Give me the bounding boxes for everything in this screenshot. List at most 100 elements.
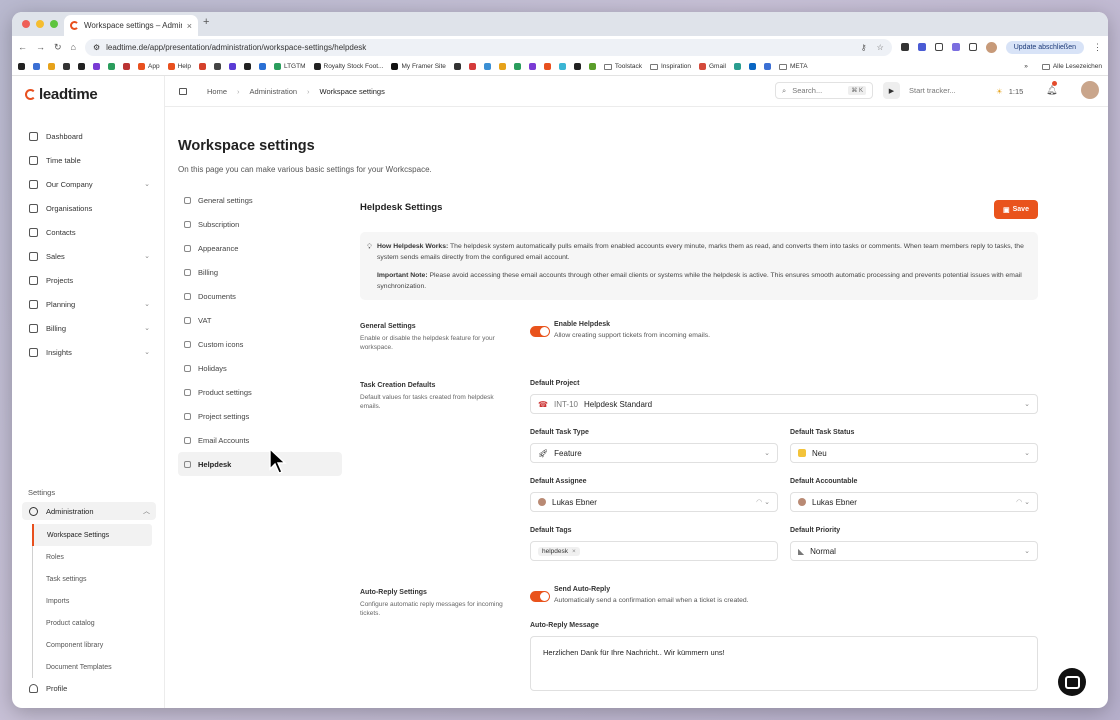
default-task-type-select[interactable]: 🚀︎ Feature ⌄ (530, 443, 778, 463)
sidebar-item-planning[interactable]: Planning ⌄ (22, 292, 156, 316)
sidebar-item-projects[interactable]: Projects (22, 268, 156, 292)
chat-widget-button[interactable] (1058, 668, 1086, 696)
default-priority-select[interactable]: ◣ Normal ⌄ (790, 541, 1038, 561)
auto-reply-message-textarea[interactable]: Herzlichen Dank für Ihre Nachricht.. Wir… (530, 636, 1038, 691)
new-tab-button[interactable]: + (203, 16, 209, 28)
enable-helpdesk-toggle[interactable] (530, 326, 550, 337)
extension-blue-icon[interactable] (917, 43, 926, 51)
bookmark-icon[interactable] (468, 63, 476, 70)
url-field[interactable]: ⚙ leadtime.de/app/presentation/administr… (84, 38, 892, 56)
bookmark-folder-toolstack[interactable]: Toolstack (603, 63, 642, 70)
toggle-sidebar-icon[interactable] (179, 87, 187, 95)
sidebar-item-contacts[interactable]: Contacts (22, 220, 156, 244)
minimize-window-button[interactable] (36, 20, 44, 28)
settings-nav-custom-icons[interactable]: Custom icons (178, 332, 342, 356)
extension-pen-icon[interactable] (900, 43, 909, 51)
default-project-select[interactable]: ☎︎ INT-10 Helpdesk Standard ⌄ (530, 394, 1038, 414)
subnav-item-workspace-settings[interactable]: Workspace Settings (32, 524, 152, 546)
back-icon[interactable]: ← (18, 42, 27, 52)
bookmark-app[interactable]: App (138, 63, 160, 70)
search-input[interactable]: ⌕ Search... ⌘ K (775, 82, 873, 99)
settings-nav-holidays[interactable]: Holidays (178, 356, 342, 380)
extensions-puzzle-icon[interactable] (968, 43, 977, 51)
sidebar-item-our-company[interactable]: Our Company ⌄ (22, 172, 156, 196)
bookmark-icon[interactable] (213, 63, 221, 70)
user-avatar[interactable] (1081, 81, 1099, 99)
bookmark-icon[interactable] (243, 63, 251, 70)
timer-display[interactable]: ☀ 1:15 (996, 87, 1023, 96)
update-button[interactable]: Update abschließen (1005, 40, 1084, 54)
reload-icon[interactable]: ↻ (54, 42, 62, 53)
bookmark-icon[interactable] (498, 63, 506, 70)
bookmark-gmail[interactable]: Gmail (699, 63, 726, 70)
all-bookmarks-folder[interactable]: Alle Lesezeichen (1041, 63, 1102, 70)
default-accountable-select[interactable]: Lukas Ebner ◠ ⌄ (790, 492, 1038, 512)
leadtime-logo[interactable]: leadtime (25, 86, 98, 103)
bookmark-icon[interactable] (763, 63, 771, 70)
default-task-status-select[interactable]: Neu ⌄ (790, 443, 1038, 463)
play-icon[interactable]: ▶ (883, 82, 900, 99)
bookmark-icon[interactable] (93, 63, 100, 70)
subnav-item-imports[interactable]: Imports (33, 590, 152, 612)
sidebar-item-sales[interactable]: Sales ⌄ (22, 244, 156, 268)
bookmark-ltgtm[interactable]: LTGTM (273, 63, 306, 70)
bookmark-folder-meta[interactable]: META (778, 63, 808, 70)
send-auto-reply-toggle[interactable] (530, 591, 550, 602)
bookmark-royalty[interactable]: Royalty Stock Foot... (313, 63, 383, 70)
subnav-item-document-templates[interactable]: Document Templates (33, 656, 152, 678)
close-tab-icon[interactable]: × (187, 21, 192, 31)
bookmark-folder-inspiration[interactable]: Inspiration (650, 63, 691, 70)
bookmark-icon[interactable] (733, 63, 741, 70)
bookmark-icon[interactable] (63, 63, 70, 70)
forward-icon[interactable]: → (36, 42, 45, 52)
menu-dots-icon[interactable]: ⋮ (1093, 42, 1102, 53)
bookmark-icon[interactable] (558, 63, 566, 70)
bookmark-icon[interactable] (48, 63, 55, 70)
maximize-window-button[interactable] (50, 20, 58, 28)
sidebar-item-insights[interactable]: Insights ⌄ (22, 340, 156, 364)
extension-capture-icon[interactable] (934, 43, 943, 51)
bookmark-framer[interactable]: My Framer Site (391, 63, 446, 70)
bookmark-icon[interactable] (78, 63, 85, 70)
sidebar-item-organisations[interactable]: Organisations (22, 196, 156, 220)
breadcrumb-home[interactable]: Home (207, 87, 227, 96)
settings-nav-documents[interactable]: Documents (178, 284, 342, 308)
sidebar-item-administration[interactable]: Administration ︿ (22, 502, 156, 520)
sidebar-item-dashboard[interactable]: Dashboard (22, 124, 156, 148)
bookmark-icon[interactable] (18, 63, 25, 70)
bookmark-icon[interactable] (588, 63, 596, 70)
settings-nav-email-accounts[interactable]: Email Accounts (178, 428, 342, 452)
settings-nav-project-settings[interactable]: Project settings (178, 404, 342, 428)
bookmark-icon[interactable] (123, 63, 130, 70)
bookmark-icon[interactable] (483, 63, 491, 70)
linkedin-icon[interactable] (748, 63, 756, 70)
save-button[interactable]: ▣ Save (994, 200, 1038, 219)
more-bookmarks-icon[interactable]: » (1024, 63, 1028, 70)
bookmark-star-icon[interactable]: ☆ (877, 43, 884, 52)
bookmark-icon[interactable] (198, 63, 206, 70)
settings-nav-subscription[interactable]: Subscription (178, 212, 342, 236)
bookmark-help[interactable]: Help (167, 63, 191, 70)
subnav-item-task-settings[interactable]: Task settings (33, 568, 152, 590)
bookmark-icon[interactable] (228, 63, 236, 70)
default-assignee-select[interactable]: Lukas Ebner ◠ ⌄ (530, 492, 778, 512)
bookmark-icon[interactable] (543, 63, 551, 70)
settings-nav-billing[interactable]: Billing (178, 260, 342, 284)
bookmark-icon[interactable] (453, 63, 461, 70)
sidebar-item-billing[interactable]: Billing ⌄ (22, 316, 156, 340)
password-key-icon[interactable]: ⚷ (861, 43, 867, 52)
settings-nav-appearance[interactable]: Appearance (178, 236, 342, 260)
subnav-item-roles[interactable]: Roles (33, 546, 152, 568)
site-info-icon[interactable]: ⚙ (93, 43, 100, 52)
home-icon[interactable]: ⌂ (71, 42, 76, 52)
remove-tag-icon[interactable]: × (572, 548, 576, 555)
notifications-button[interactable]: 🔔︎ (1046, 81, 1057, 96)
subnav-item-component-library[interactable]: Component library (33, 634, 152, 656)
profile-avatar[interactable] (985, 41, 997, 53)
browser-tab[interactable]: Workspace settings – Admin × (64, 15, 198, 36)
settings-nav-vat[interactable]: VAT (178, 308, 342, 332)
bookmark-icon[interactable] (573, 63, 581, 70)
settings-nav-general-settings[interactable]: General settings (178, 188, 342, 212)
bookmark-icon[interactable] (258, 63, 266, 70)
bookmark-icon[interactable] (528, 63, 536, 70)
